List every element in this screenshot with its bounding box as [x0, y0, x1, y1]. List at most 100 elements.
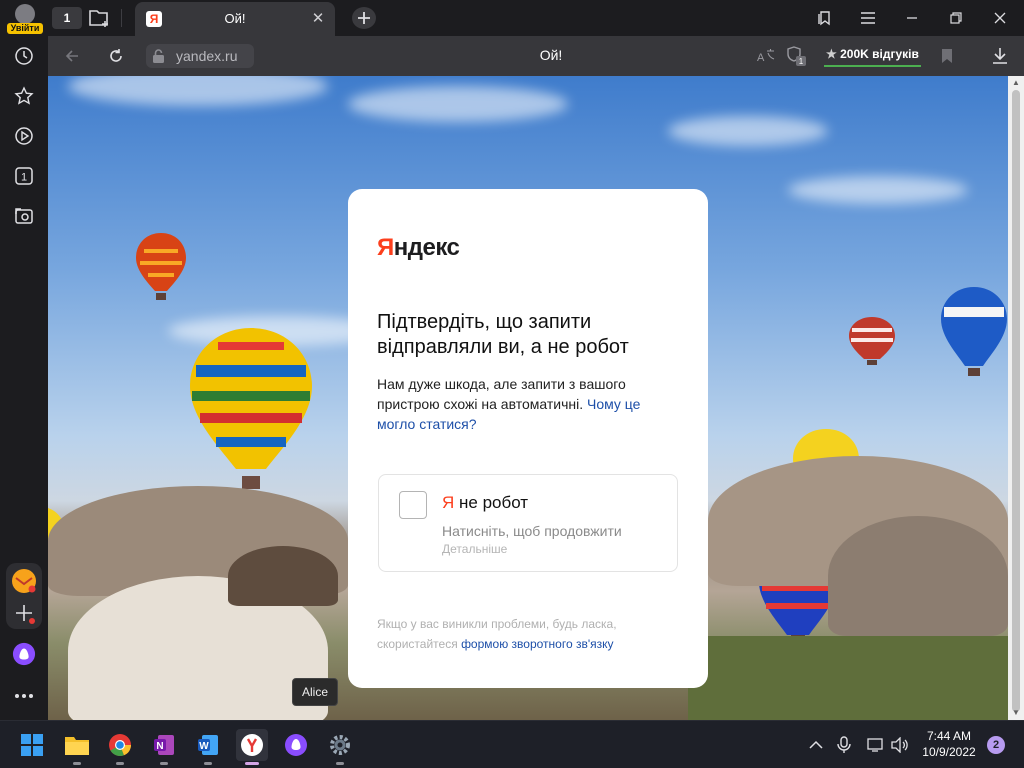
close-window-button[interactable] [978, 0, 1022, 36]
page-scrollbar[interactable]: ▲ ▼ [1008, 76, 1024, 720]
cloud [788, 176, 968, 204]
tab-counter-icon: 1 [15, 167, 33, 185]
microphone-button[interactable] [828, 729, 860, 761]
chevron-up-icon [809, 740, 823, 749]
camera-icon [15, 208, 33, 224]
url-text: yandex.ru [176, 48, 238, 64]
lock-icon [153, 49, 164, 63]
minimize-button[interactable] [890, 0, 934, 36]
tab-count-button[interactable]: 1 [52, 7, 82, 29]
minimize-icon [907, 17, 917, 19]
not-robot-checkbox[interactable] [399, 491, 427, 519]
tab-close-icon[interactable]: ✕ [309, 10, 327, 28]
mail-app-button[interactable] [11, 568, 37, 594]
cloud [68, 76, 328, 106]
details-link[interactable]: Детальніше [442, 542, 507, 556]
new-tab-button[interactable] [352, 7, 376, 29]
onenote-button[interactable]: N [148, 729, 180, 765]
bookmarks-button[interactable] [12, 84, 36, 108]
bookmark-button[interactable] [935, 44, 959, 68]
translate-icon: A [757, 49, 775, 64]
downloads-button[interactable] [988, 44, 1012, 68]
shield-icon: 1 [787, 46, 806, 66]
notification-badge[interactable]: 2 [987, 736, 1005, 754]
tab-strip: Увійти 1 Я Ой! ✕ [0, 0, 1024, 36]
scrollbar-thumb[interactable] [1012, 90, 1020, 712]
plus-icon [358, 12, 370, 24]
side-panel: 1 [0, 36, 48, 720]
tab-divider [121, 9, 122, 27]
file-explorer-button[interactable] [61, 729, 93, 765]
svg-text:A: A [757, 52, 765, 64]
yandex-logo: Яндекс [377, 234, 460, 262]
scroll-down-icon[interactable]: ▼ [1011, 708, 1021, 717]
browser-tab-active[interactable]: Я Ой! ✕ [135, 2, 335, 36]
settings-button[interactable] [324, 729, 356, 765]
yandex-browser-icon [241, 734, 263, 756]
logo-first-letter: Я [377, 234, 394, 261]
system-clock[interactable]: 7:44 AM 10/9/2022 [914, 728, 984, 760]
yandex-browser-button[interactable] [236, 729, 268, 765]
rock-formation [828, 516, 1008, 636]
address-bar[interactable]: yandex.ru [146, 44, 254, 68]
tab-title: Ой! [224, 11, 246, 26]
hot-air-balloon [849, 317, 895, 365]
add-app-button[interactable] [12, 601, 36, 625]
running-indicator [336, 762, 344, 765]
alice-icon [285, 734, 307, 756]
side-apps-group [6, 563, 42, 629]
protect-button[interactable]: 1 [785, 44, 809, 68]
close-icon [994, 12, 1006, 24]
new-tab-group-button[interactable] [88, 7, 112, 29]
feedback-note: Якщо у вас виникли проблеми, будь ласка,… [377, 614, 677, 654]
clock-date: 10/9/2022 [922, 745, 976, 759]
not-robot-widget[interactable]: Я не робот Натисніть, щоб продовжити Дет… [378, 474, 678, 572]
reload-button[interactable] [104, 44, 128, 68]
scroll-up-icon[interactable]: ▲ [1011, 78, 1021, 87]
network-icon [867, 738, 883, 752]
alice-taskbar-button[interactable] [280, 729, 312, 761]
plus-icon [16, 605, 35, 624]
green-valley [688, 636, 1008, 720]
alice-side-button[interactable] [12, 642, 36, 666]
word-icon: W [198, 735, 218, 755]
gear-icon [330, 735, 350, 755]
reviews-label: 200K відгуків [840, 47, 919, 61]
folder-plus-icon [89, 10, 108, 27]
volume-button[interactable] [884, 729, 916, 761]
captcha-description: Нам дуже шкода, але запити з вашого прис… [377, 374, 677, 434]
more-button[interactable] [12, 684, 36, 708]
reviews-button[interactable]: ★ 200K відгуків [824, 45, 921, 67]
hot-air-balloon [941, 287, 1007, 376]
windows-logo-icon [21, 734, 43, 756]
star-icon: ★ [826, 47, 837, 61]
screenshot-button[interactable] [12, 204, 36, 228]
back-button[interactable] [60, 44, 84, 68]
tabs-panel-button[interactable]: 1 [12, 164, 36, 188]
alice-tooltip: Alice [292, 678, 338, 706]
feedback-form-link[interactable]: формою зворотного зв'язку [461, 637, 613, 651]
translate-button[interactable]: A [754, 44, 778, 68]
start-button[interactable] [16, 729, 48, 761]
not-robot-hint: Натисніть, щоб продовжити [442, 523, 622, 539]
collections-button[interactable] [802, 0, 846, 36]
cloud [348, 86, 568, 122]
alice-icon [12, 642, 36, 666]
captcha-heading: Підтвердіть, що запити відправляли ви, а… [377, 311, 629, 358]
running-indicator [116, 762, 124, 765]
browser-menu-button[interactable] [846, 0, 890, 36]
restore-button[interactable] [934, 0, 978, 36]
history-button[interactable] [12, 44, 36, 68]
profile-button[interactable]: Увійти [4, 2, 44, 34]
media-button[interactable] [12, 124, 36, 148]
yandex-mail-icon [12, 569, 36, 593]
word-button[interactable]: W [192, 729, 224, 765]
chrome-button[interactable] [104, 729, 136, 765]
running-indicator [73, 762, 81, 765]
robot-label-ya: Я [442, 493, 455, 512]
captcha-card: Яндекс Підтвердіть, що запити відправлял… [348, 189, 708, 688]
clock-icon [15, 47, 33, 65]
side-tab-count: 1 [21, 172, 27, 184]
folder-icon [65, 737, 89, 755]
download-icon [993, 48, 1007, 64]
